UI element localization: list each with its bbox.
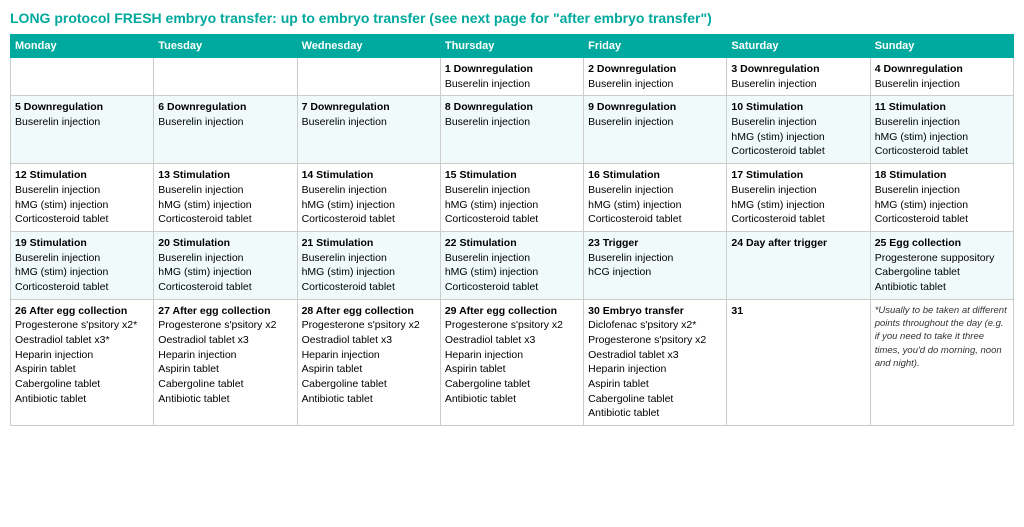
table-cell: 1 DownregulationBuserelin injection bbox=[440, 58, 583, 96]
table-cell: 16 StimulationBuserelin injectionhMG (st… bbox=[584, 164, 727, 232]
table-cell: 5 DownregulationBuserelin injection bbox=[11, 96, 154, 164]
table-cell: 13 StimulationBuserelin injectionhMG (st… bbox=[154, 164, 297, 232]
column-header-wednesday: Wednesday bbox=[297, 35, 440, 58]
column-header-saturday: Saturday bbox=[727, 35, 870, 58]
table-cell bbox=[11, 58, 154, 96]
table-cell: 4 DownregulationBuserelin injection bbox=[870, 58, 1013, 96]
table-cell: 25 Egg collectionProgesterone suppositor… bbox=[870, 231, 1013, 299]
schedule-table: MondayTuesdayWednesdayThursdayFridaySatu… bbox=[10, 34, 1014, 426]
column-header-thursday: Thursday bbox=[440, 35, 583, 58]
table-cell: 23 TriggerBuserelin injectionhCG injecti… bbox=[584, 231, 727, 299]
table-cell: 27 After egg collectionProgesterone s'ps… bbox=[154, 299, 297, 426]
table-cell: 18 StimulationBuserelin injectionhMG (st… bbox=[870, 164, 1013, 232]
table-cell: 19 StimulationBuserelin injectionhMG (st… bbox=[11, 231, 154, 299]
table-cell bbox=[154, 58, 297, 96]
table-cell: 12 StimulationBuserelin injectionhMG (st… bbox=[11, 164, 154, 232]
table-cell: 31 bbox=[727, 299, 870, 426]
table-cell: 26 After egg collectionProgesterone s'ps… bbox=[11, 299, 154, 426]
table-cell: *Usually to be taken at different points… bbox=[870, 299, 1013, 426]
column-header-friday: Friday bbox=[584, 35, 727, 58]
column-header-monday: Monday bbox=[11, 35, 154, 58]
table-cell: 7 DownregulationBuserelin injection bbox=[297, 96, 440, 164]
table-cell: 8 DownregulationBuserelin injection bbox=[440, 96, 583, 164]
table-cell: 30 Embryo transferDiclofenac s'psitory x… bbox=[584, 299, 727, 426]
column-header-sunday: Sunday bbox=[870, 35, 1013, 58]
column-header-tuesday: Tuesday bbox=[154, 35, 297, 58]
table-cell: 14 StimulationBuserelin injectionhMG (st… bbox=[297, 164, 440, 232]
table-cell: 6 DownregulationBuserelin injection bbox=[154, 96, 297, 164]
table-cell: 3 DownregulationBuserelin injection bbox=[727, 58, 870, 96]
table-cell: 11 StimulationBuserelin injectionhMG (st… bbox=[870, 96, 1013, 164]
table-cell: 29 After egg collectionProgesterone s'ps… bbox=[440, 299, 583, 426]
table-cell: 17 StimulationBuserelin injectionhMG (st… bbox=[727, 164, 870, 232]
table-cell: 20 StimulationBuserelin injectionhMG (st… bbox=[154, 231, 297, 299]
table-cell: 24 Day after trigger bbox=[727, 231, 870, 299]
table-cell: 2 DownregulationBuserelin injection bbox=[584, 58, 727, 96]
table-cell: 15 StimulationBuserelin injectionhMG (st… bbox=[440, 164, 583, 232]
table-cell: 28 After egg collectionProgesterone s'ps… bbox=[297, 299, 440, 426]
table-cell: 22 StimulationBuserelin injectionhMG (st… bbox=[440, 231, 583, 299]
table-cell: 21 StimulationBuserelin injectionhMG (st… bbox=[297, 231, 440, 299]
table-cell: 9 DownregulationBuserelin injection bbox=[584, 96, 727, 164]
table-cell: 10 StimulationBuserelin injectionhMG (st… bbox=[727, 96, 870, 164]
table-cell bbox=[297, 58, 440, 96]
page-title: LONG protocol FRESH embryo transfer: up … bbox=[10, 10, 1014, 26]
